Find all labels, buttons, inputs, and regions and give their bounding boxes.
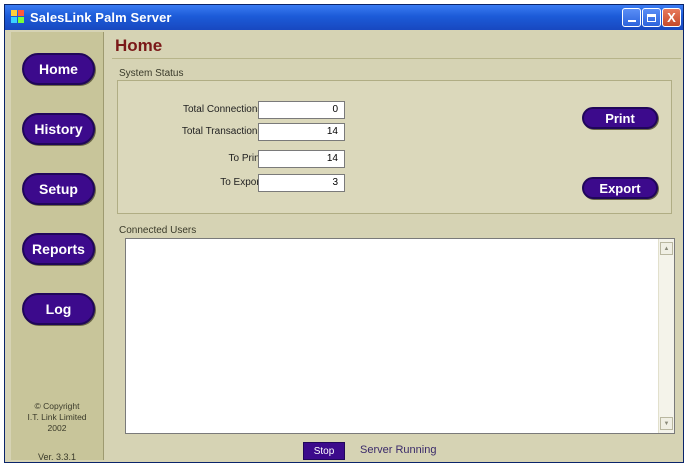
- total-transactions-value: 14: [258, 123, 345, 141]
- copyright-line: © Copyright: [34, 401, 80, 411]
- close-icon: X: [667, 10, 676, 25]
- connected-users-label: Connected Users: [119, 225, 197, 236]
- maximize-button[interactable]: [642, 8, 661, 27]
- nav-log-button[interactable]: Log: [22, 293, 95, 325]
- main-panel: Home System Status Total Connections : 0…: [106, 32, 681, 460]
- total-connections-label: Total Connections :: [182, 104, 268, 115]
- system-status-label: System Status: [119, 68, 184, 79]
- to-export-value: 3: [258, 174, 345, 192]
- copyright-notice: © Copyright I.T. Link Limited 2002: [11, 401, 103, 434]
- window-title: SalesLink Palm Server: [30, 10, 172, 25]
- scroll-up-icon[interactable]: ▲: [660, 242, 673, 255]
- total-connections-value: 0: [258, 101, 345, 119]
- scroll-down-icon[interactable]: ▼: [660, 417, 673, 430]
- version-label: Ver. 3.3.1: [37, 452, 77, 462]
- maximize-icon: [647, 13, 656, 22]
- to-print-label: To Print :: [228, 153, 268, 164]
- status-row-to-print: To Print :: [118, 150, 268, 168]
- users-scrollbar[interactable]: ▲ ▼: [658, 239, 674, 433]
- sidebar: Home History Setup Reports Log © Copyrig…: [11, 32, 104, 462]
- minimize-icon: [627, 20, 636, 22]
- to-export-label: To Export :: [220, 177, 268, 188]
- title-bar[interactable]: SalesLink Palm Server X: [5, 5, 683, 30]
- server-status-text: Server Running: [360, 444, 437, 456]
- to-print-value: 14: [258, 150, 345, 168]
- close-button[interactable]: X: [662, 8, 681, 27]
- nav-history-button[interactable]: History: [22, 113, 95, 145]
- status-row-total-connections: Total Connections :: [118, 101, 268, 119]
- title-divider: [112, 58, 681, 59]
- print-button[interactable]: Print: [582, 107, 658, 129]
- page-title: Home: [115, 36, 163, 55]
- stop-button[interactable]: Stop: [303, 442, 345, 460]
- minimize-button[interactable]: [622, 8, 641, 27]
- app-icon: [11, 10, 25, 23]
- copyright-line: 2002: [47, 423, 67, 433]
- status-row-total-transactions: Total Transactions :: [118, 123, 268, 141]
- copyright-line: I.T. Link Limited: [27, 412, 87, 422]
- connected-users-list[interactable]: ▲ ▼: [125, 238, 675, 434]
- status-row-to-export: To Export :: [118, 174, 268, 192]
- nav-setup-button[interactable]: Setup: [22, 173, 95, 205]
- export-button[interactable]: Export: [582, 177, 658, 199]
- nav-home-button[interactable]: Home: [22, 53, 95, 85]
- total-transactions-label: Total Transactions :: [181, 126, 268, 137]
- system-status-panel: Total Connections : 0 Total Transactions…: [117, 80, 672, 214]
- app-window: SalesLink Palm Server X Home History Set…: [4, 4, 684, 463]
- nav-reports-button[interactable]: Reports: [22, 233, 95, 265]
